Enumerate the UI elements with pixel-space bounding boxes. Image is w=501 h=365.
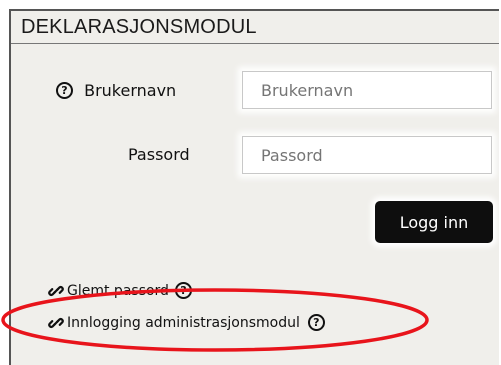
admin-login-row: Innlogging administrasjonsmodul ? [48,314,325,331]
password-label-row: Passord [128,145,190,164]
admin-login-link[interactable]: Innlogging administrasjonsmodul [67,315,300,331]
password-label: Passord [128,145,190,164]
username-label-row: ? Brukernavn [56,80,176,100]
page-title: DEKLARASJONSMODUL [21,16,257,38]
help-icon[interactable]: ? [307,314,325,331]
login-button[interactable]: Logg inn [375,201,493,243]
forgot-password-row: Glemt passord ? [48,282,192,299]
forgot-password-link[interactable]: Glemt passord [67,283,169,299]
link-icon [48,317,64,328]
help-icon[interactable]: ? [56,82,73,99]
password-input[interactable] [242,136,492,174]
panel-header: DEKLARASJONSMODUL [11,11,499,44]
login-panel: DEKLARASJONSMODUL ? Brukernavn Passord L… [9,9,499,365]
username-input[interactable] [242,71,492,109]
help-icon[interactable]: ? [174,282,192,299]
link-icon [48,285,64,296]
username-label: Brukernavn [84,81,177,100]
